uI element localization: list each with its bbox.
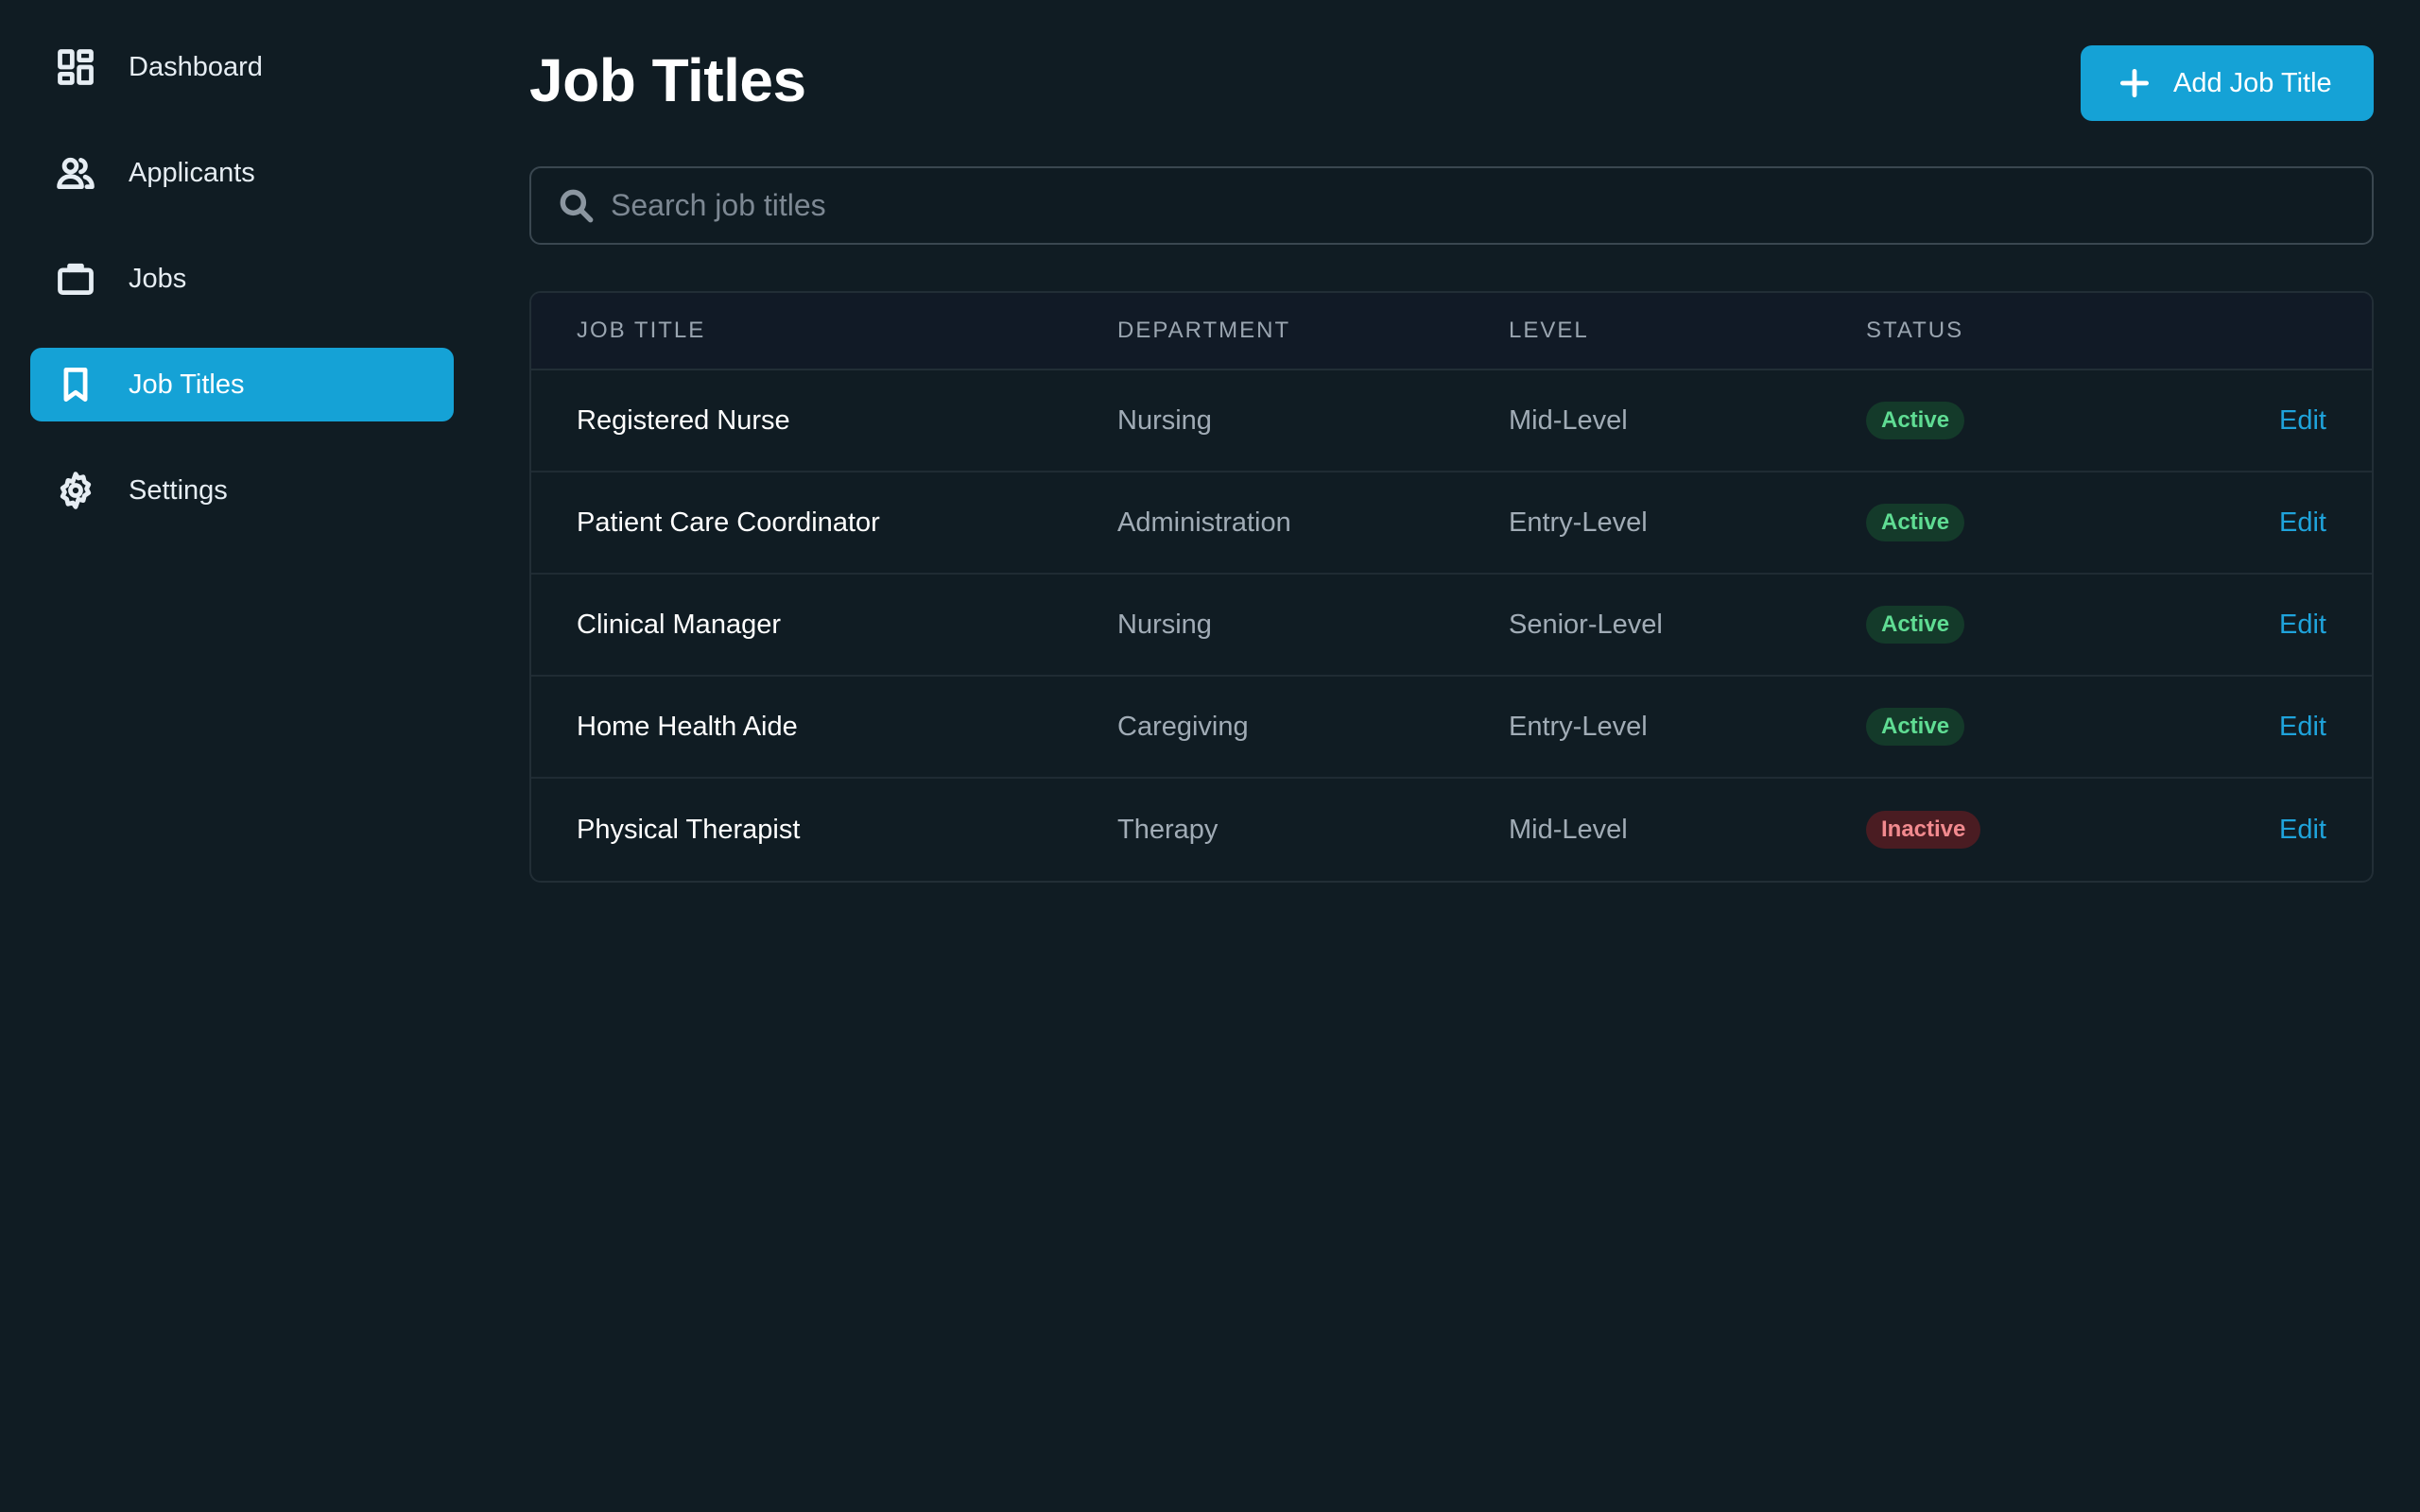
- status-badge: Active: [1866, 708, 1965, 746]
- sidebar: Dashboard Applicants Jobs Job Titles Set…: [30, 30, 454, 559]
- sidebar-item-dashboard[interactable]: Dashboard: [30, 30, 454, 104]
- sidebar-item-job-titles[interactable]: Job Titles: [30, 348, 454, 421]
- column-header-job-title: JOB TITLE: [577, 318, 706, 343]
- status-cell: Active: [1866, 606, 2150, 644]
- status-badge: Active: [1866, 504, 1965, 541]
- status-cell: Active: [1866, 504, 2150, 541]
- actions-cell: Edit: [2150, 405, 2372, 437]
- search-icon: [556, 185, 597, 227]
- dashboard-icon: [53, 44, 98, 90]
- department-cell: Administration: [1117, 507, 1291, 538]
- table-header: JOB TITLE DEPARTMENT LEVEL STATUS: [531, 293, 2372, 370]
- add-job-title-button[interactable]: Add Job Title: [2081, 45, 2374, 121]
- sidebar-item-jobs[interactable]: Jobs: [30, 242, 454, 316]
- status-cell: Active: [1866, 708, 2150, 746]
- page-title: Job Titles: [529, 46, 806, 114]
- page-header: Job Titles Add Job Title: [529, 0, 2374, 166]
- status-badge: Active: [1866, 402, 1965, 439]
- edit-link[interactable]: Edit: [2279, 712, 2326, 742]
- column-header-status: STATUS: [1866, 318, 1964, 343]
- status-badge: Active: [1866, 606, 1965, 644]
- level-cell: Mid-Level: [1509, 404, 1628, 436]
- sidebar-item-label: Applicants: [129, 157, 255, 188]
- plus-icon: [2117, 65, 2152, 101]
- search-box: [529, 166, 2374, 245]
- job-titles-table: JOB TITLE DEPARTMENT LEVEL STATUS Regist…: [529, 291, 2374, 883]
- department-cell: Therapy: [1117, 814, 1219, 845]
- job-title-cell: Clinical Manager: [577, 609, 781, 640]
- table-row: Patient Care Coordinator Administration …: [531, 472, 2372, 575]
- department-cell: Nursing: [1117, 609, 1212, 640]
- search-input[interactable]: [609, 168, 2372, 243]
- level-cell: Entry-Level: [1509, 507, 1648, 538]
- edit-link[interactable]: Edit: [2279, 610, 2326, 640]
- sidebar-item-label: Jobs: [129, 263, 187, 294]
- users-icon: [53, 150, 98, 196]
- department-cell: Nursing: [1117, 404, 1212, 436]
- level-cell: Senior-Level: [1509, 609, 1663, 640]
- status-cell: Active: [1866, 402, 2150, 439]
- sidebar-item-applicants[interactable]: Applicants: [30, 136, 454, 210]
- level-cell: Mid-Level: [1509, 814, 1628, 845]
- table-row: Clinical Manager Nursing Senior-Level Ac…: [531, 575, 2372, 677]
- actions-cell: Edit: [2150, 610, 2372, 641]
- sidebar-item-label: Settings: [129, 474, 228, 506]
- add-job-title-label: Add Job Title: [2173, 67, 2332, 98]
- main-content: Job Titles Add Job Title JOB TITLE DEPAR…: [529, 0, 2374, 883]
- table-row: Physical Therapist Therapy Mid-Level Ina…: [531, 779, 2372, 881]
- status-cell: Inactive: [1866, 811, 2150, 849]
- column-header-department: DEPARTMENT: [1117, 318, 1291, 343]
- level-cell: Entry-Level: [1509, 711, 1648, 742]
- sidebar-item-label: Job Titles: [129, 369, 245, 400]
- status-badge: Inactive: [1866, 811, 1981, 849]
- actions-cell: Edit: [2150, 712, 2372, 743]
- table-row: Registered Nurse Nursing Mid-Level Activ…: [531, 370, 2372, 472]
- app-root: Dashboard Applicants Jobs Job Titles Set…: [0, 0, 2420, 1512]
- table-row: Home Health Aide Caregiving Entry-Level …: [531, 677, 2372, 779]
- edit-link[interactable]: Edit: [2279, 815, 2326, 845]
- actions-cell: Edit: [2150, 507, 2372, 539]
- gear-icon: [53, 468, 98, 513]
- sidebar-item-label: Dashboard: [129, 51, 263, 82]
- edit-link[interactable]: Edit: [2279, 405, 2326, 436]
- edit-link[interactable]: Edit: [2279, 507, 2326, 538]
- sidebar-item-settings[interactable]: Settings: [30, 454, 454, 527]
- actions-cell: Edit: [2150, 815, 2372, 846]
- bookmark-icon: [53, 362, 98, 407]
- job-title-cell: Patient Care Coordinator: [577, 507, 880, 538]
- job-title-cell: Registered Nurse: [577, 404, 790, 436]
- column-header-level: LEVEL: [1509, 318, 1589, 343]
- job-title-cell: Home Health Aide: [577, 711, 798, 742]
- briefcase-icon: [53, 256, 98, 301]
- department-cell: Caregiving: [1117, 711, 1249, 742]
- job-title-cell: Physical Therapist: [577, 814, 801, 845]
